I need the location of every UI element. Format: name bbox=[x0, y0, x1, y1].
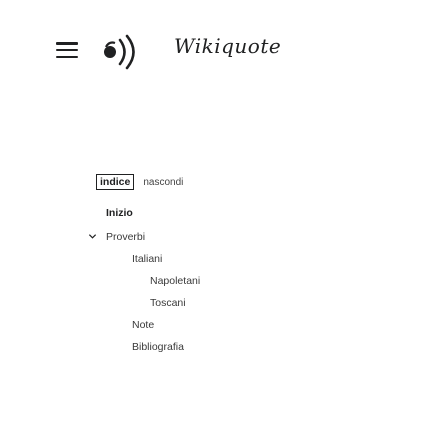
toc-tabs: indice nascondi bbox=[96, 174, 183, 190]
toc-item-label[interactable]: Inizio bbox=[106, 207, 133, 219]
toc-item-italiani[interactable]: Italiani bbox=[132, 252, 162, 266]
toc-item-toscani[interactable]: Toscani bbox=[150, 296, 186, 310]
toc-item-proverbi[interactable]: Proverbi bbox=[88, 230, 145, 244]
wikiquote-sound-logo-icon bbox=[104, 34, 135, 70]
page: Wikiquote indice nascondi Inizio Proverb… bbox=[0, 0, 448, 448]
tab-index[interactable]: indice bbox=[96, 174, 135, 190]
toc-item-bibliografia[interactable]: Bibliografia bbox=[132, 340, 184, 354]
chevron-down-icon[interactable] bbox=[88, 232, 97, 241]
toc-item-inizio[interactable]: Inizio bbox=[106, 206, 133, 220]
toc-item-label[interactable]: Napoletani bbox=[150, 275, 200, 287]
toc-item-label[interactable]: Note bbox=[132, 319, 154, 331]
header: Wikiquote bbox=[0, 0, 448, 100]
tab-hide[interactable]: nascondi bbox=[143, 177, 183, 188]
hamburger-menu-icon[interactable] bbox=[56, 42, 78, 58]
toc-item-label[interactable]: Toscani bbox=[150, 297, 186, 309]
toc-item-label[interactable]: Bibliografia bbox=[132, 341, 184, 353]
logo-wordmark: Wikiquote bbox=[174, 34, 282, 58]
toc-item-label[interactable]: Italiani bbox=[132, 253, 162, 265]
wikiquote-logo[interactable]: Wikiquote bbox=[94, 28, 281, 74]
toc-item-label[interactable]: Proverbi bbox=[106, 231, 145, 243]
toc-item-note[interactable]: Note bbox=[132, 318, 154, 332]
toc-item-napoletani[interactable]: Napoletani bbox=[150, 274, 200, 288]
